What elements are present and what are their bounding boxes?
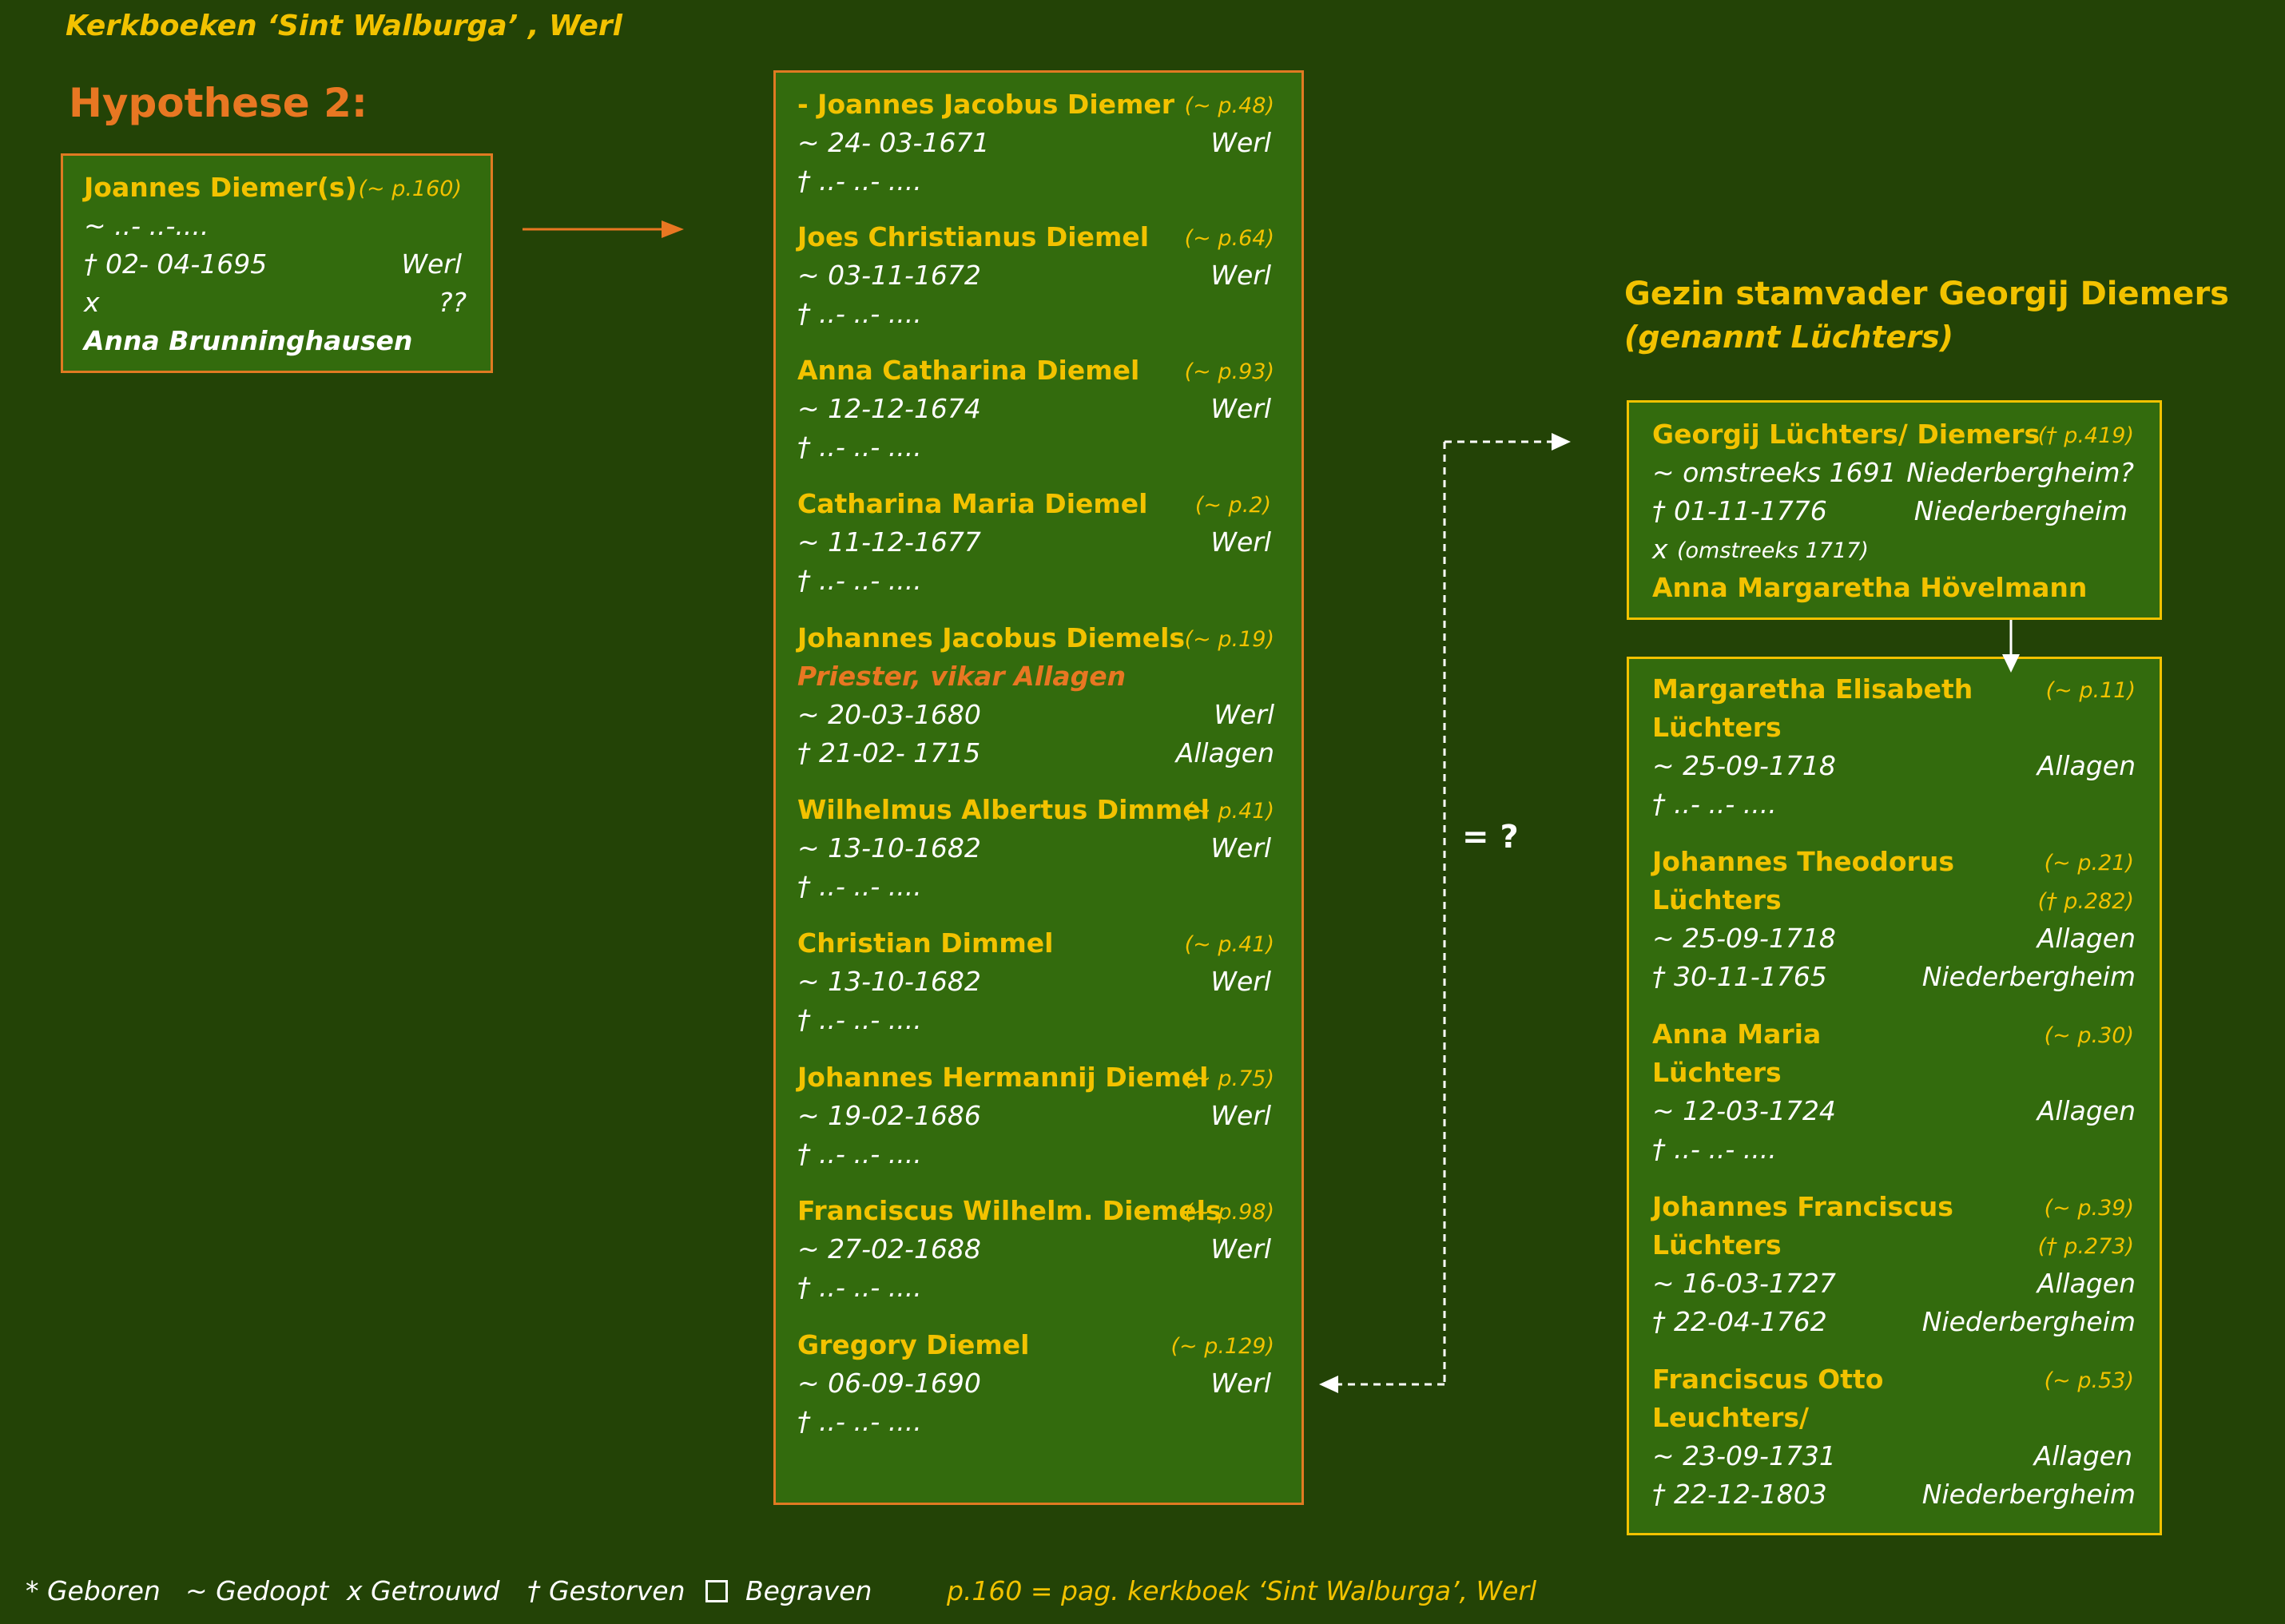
father-to-children-arrow — [523, 220, 684, 238]
arrowhead-to-georgij — [1552, 433, 1571, 451]
arrowhead-to-gregory — [1319, 1376, 1338, 1393]
legend-page-note: p.160 = pag. kerkboek ‘Sint Walburga’, W… — [947, 1575, 1537, 1606]
georgij-to-children-arrow — [2002, 620, 2020, 673]
legend-born: * Geboren — [26, 1575, 161, 1606]
legend-baptized: ~ Gedoopt — [185, 1575, 329, 1606]
connector-lines — [523, 220, 2020, 1393]
identity-link-dashed — [1338, 440, 1552, 1386]
legend-married: x Getrouwd — [347, 1575, 500, 1606]
equals-question-label: = ? — [1462, 819, 1519, 856]
legend-died: † Gestorven — [527, 1575, 686, 1606]
buried-square-icon — [705, 1580, 728, 1602]
legend-buried: Begraven — [745, 1575, 872, 1606]
